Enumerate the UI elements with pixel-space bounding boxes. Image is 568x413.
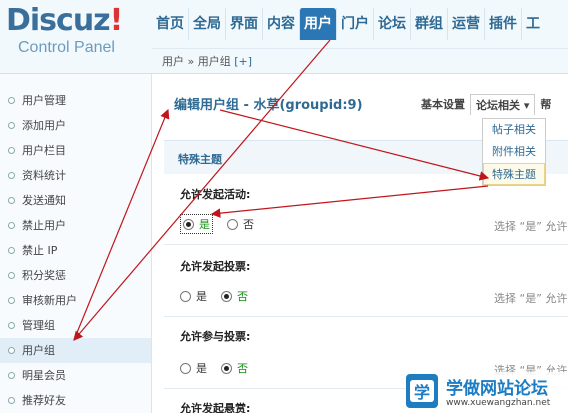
nav-plugin[interactable]: 插件 [484, 8, 521, 40]
logo-subtitle: Control Panel [18, 39, 115, 56]
menu-item-attachments[interactable]: 附件相关 [483, 141, 545, 163]
title-row: 编辑用户组 - 水草(groupid:9) 基本设置 论坛相关 ▾ 帮 [152, 94, 568, 118]
radio-vote-no[interactable]: 否 [221, 360, 248, 376]
nav-global[interactable]: 全局 [188, 8, 225, 40]
nav-forum[interactable]: 论坛 [373, 8, 410, 40]
field-label-activity: 允许发起活动: [180, 188, 251, 201]
breadcrumb-add-button[interactable]: [+] [234, 55, 252, 68]
section-title: 特殊主题 [178, 153, 222, 166]
breadcrumb: 用户 » 用户组 [+] [152, 48, 568, 74]
sidebar-item-credits[interactable]: 积分奖惩 [0, 263, 151, 288]
radio-label-no: 否 [237, 362, 248, 375]
sidebar-item-review-users[interactable]: 审核新用户 [0, 288, 151, 313]
radio-activity-no[interactable]: 否 [227, 216, 254, 232]
watermark-glyph: 学 [414, 383, 430, 402]
tab-forum-related[interactable]: 论坛相关 ▾ [470, 94, 536, 115]
field-hint-activity: 选择 “是” 允许 [494, 220, 568, 233]
sidebar-item-ban-user[interactable]: 禁止用户 [0, 213, 151, 238]
breadcrumb-path: 用户 » 用户组 [162, 55, 231, 68]
field-label-vote: 允许参与投票: [180, 330, 251, 343]
radio-dot [221, 290, 232, 302]
sidebar-item-add-user[interactable]: 添加用户 [0, 113, 151, 138]
radio-activity-yes[interactable]: 是 [180, 214, 213, 234]
nav-portal[interactable]: 门户 [336, 8, 373, 40]
divider [164, 244, 568, 245]
sidebar: 用户管理 添加用户 用户栏目 资料统计 发送通知 禁止用户 禁止 IP 积分奖惩… [0, 74, 152, 413]
radio-vote-yes[interactable]: 是 [180, 360, 207, 376]
sidebar-item-star-members[interactable]: 明星会员 [0, 363, 151, 388]
field-label-reward: 允许发起悬赏: [180, 402, 251, 413]
logo-main: Discuz! [6, 3, 124, 38]
divider [164, 316, 568, 317]
sidebar-item-send-notice[interactable]: 发送通知 [0, 188, 151, 213]
settings-tabs: 基本设置 论坛相关 ▾ 帮 [416, 94, 556, 115]
sidebar-item-ban-ip[interactable]: 禁止 IP [0, 238, 151, 263]
radio-label-yes: 是 [196, 362, 207, 375]
tab-basic-settings[interactable]: 基本设置 [416, 94, 470, 115]
nav-content[interactable]: 内容 [262, 8, 299, 40]
watermark-logo-icon: 学 [406, 374, 438, 408]
forum-dropdown-menu: 帖子相关 附件相关 特殊主题 [482, 118, 546, 186]
nav-group[interactable]: 群组 [410, 8, 447, 40]
radio-dot [180, 362, 191, 374]
radio-label-no: 否 [243, 218, 254, 231]
radio-dot [227, 218, 238, 230]
watermark-title: 学做网站论坛 [446, 379, 548, 399]
site-watermark: 学 学做网站论坛 www.xuewangzhan.net [406, 372, 568, 413]
menu-item-posts[interactable]: 帖子相关 [483, 119, 545, 141]
header: Discuz! Control Panel 首页 全局 界面 内容 用户 门户 … [0, 0, 568, 74]
logo-text: Discuz [6, 3, 111, 38]
nav-tools[interactable]: 工 [521, 8, 544, 40]
radio-group-activity: 是 否 [180, 214, 268, 234]
nav-interface[interactable]: 界面 [225, 8, 262, 40]
sidebar-item-admin-group[interactable]: 管理组 [0, 313, 151, 338]
nav-home[interactable]: 首页 [152, 8, 188, 40]
sidebar-item-profile-stats[interactable]: 资料统计 [0, 163, 151, 188]
top-nav: 首页 全局 界面 内容 用户 门户 论坛 群组 运营 插件 工 [152, 8, 544, 40]
sidebar-item-user-columns[interactable]: 用户栏目 [0, 138, 151, 163]
nav-user[interactable]: 用户 [299, 8, 336, 40]
menu-item-special-threads[interactable]: 特殊主题 [483, 163, 545, 185]
watermark-url: www.xuewangzhan.net [446, 398, 551, 408]
radio-group-poll: 是 否 [180, 286, 262, 306]
radio-group-vote: 是 否 [180, 358, 262, 378]
radio-label-yes: 是 [199, 218, 210, 231]
field-hint-poll: 选择 “是” 允许 [494, 292, 568, 305]
sidebar-item-user-group[interactable]: 用户组 [0, 338, 151, 363]
sidebar-item-user-manage[interactable]: 用户管理 [0, 88, 151, 113]
radio-dot [183, 218, 194, 230]
radio-dot [180, 290, 191, 302]
sidebar-item-recommend-friends[interactable]: 推荐好友 [0, 388, 151, 413]
radio-label-no: 否 [237, 290, 248, 303]
radio-poll-no[interactable]: 否 [221, 288, 248, 304]
discuz-logo[interactable]: Discuz! Control Panel [6, 3, 124, 57]
main-panel: 编辑用户组 - 水草(groupid:9) 基本设置 论坛相关 ▾ 帮 帖子相关… [152, 74, 568, 413]
tab-more[interactable]: 帮 [535, 94, 556, 115]
radio-dot [221, 362, 232, 374]
field-label-poll: 允许发起投票: [180, 260, 251, 273]
logo-bang: ! [109, 3, 124, 38]
page-title: 编辑用户组 - 水草(groupid:9) [174, 98, 363, 113]
nav-operation[interactable]: 运营 [447, 8, 484, 40]
radio-label-yes: 是 [196, 290, 207, 303]
radio-poll-yes[interactable]: 是 [180, 288, 207, 304]
